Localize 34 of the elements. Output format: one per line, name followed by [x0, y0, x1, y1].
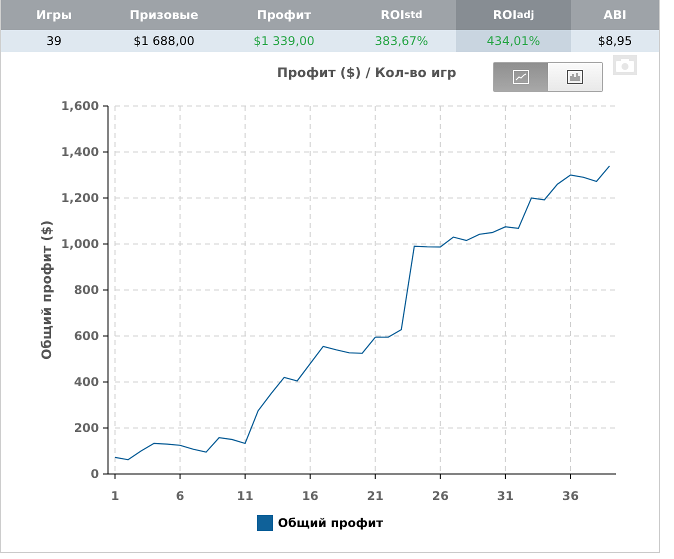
y-tick-label: 200	[74, 421, 99, 435]
table-cell: $1 339,00	[221, 30, 347, 52]
x-tick-label: 11	[236, 489, 254, 503]
x-tick-label: 21	[366, 489, 384, 503]
table-cell: 383,67%	[347, 30, 456, 52]
column-header: Игры	[1, 0, 107, 30]
y-tick-label: 1,600	[61, 99, 99, 113]
x-tick-label: 16	[302, 489, 319, 503]
chart-title: Профит ($) / Кол-во игр	[277, 66, 456, 81]
table-cell: 434,01%	[456, 30, 571, 52]
legend-label[interactable]: Общий профит	[278, 516, 384, 530]
bar-chart-icon	[567, 70, 583, 84]
y-tick-label: 1,000	[61, 237, 99, 251]
x-tick-label: 26	[432, 489, 449, 503]
y-tick-label: 1,200	[61, 191, 99, 205]
x-tick-label: 1	[110, 489, 120, 503]
x-tick-label: 36	[562, 489, 579, 503]
table-cell: $8,95	[571, 30, 659, 52]
y-tick-label: 600	[74, 329, 99, 343]
x-tick-label: 31	[497, 489, 514, 503]
y-tick-label: 0	[90, 467, 99, 481]
column-header: Призовые	[107, 0, 221, 30]
line-chart-button[interactable]	[494, 63, 548, 91]
y-tick-label: 400	[74, 375, 99, 389]
bar-chart-button[interactable]	[548, 63, 602, 91]
line-chart-icon	[513, 70, 529, 84]
y-tick-label: 1,400	[61, 145, 99, 159]
y-tick-label: 800	[74, 283, 99, 297]
column-header: ABI	[571, 0, 659, 30]
table-cell: $1 688,00	[107, 30, 221, 52]
x-tick-label: 6	[176, 489, 184, 503]
y-axis-title: Общий профит ($)	[40, 220, 55, 360]
column-header: Профит	[221, 0, 347, 30]
table-cell: 39	[1, 30, 107, 52]
